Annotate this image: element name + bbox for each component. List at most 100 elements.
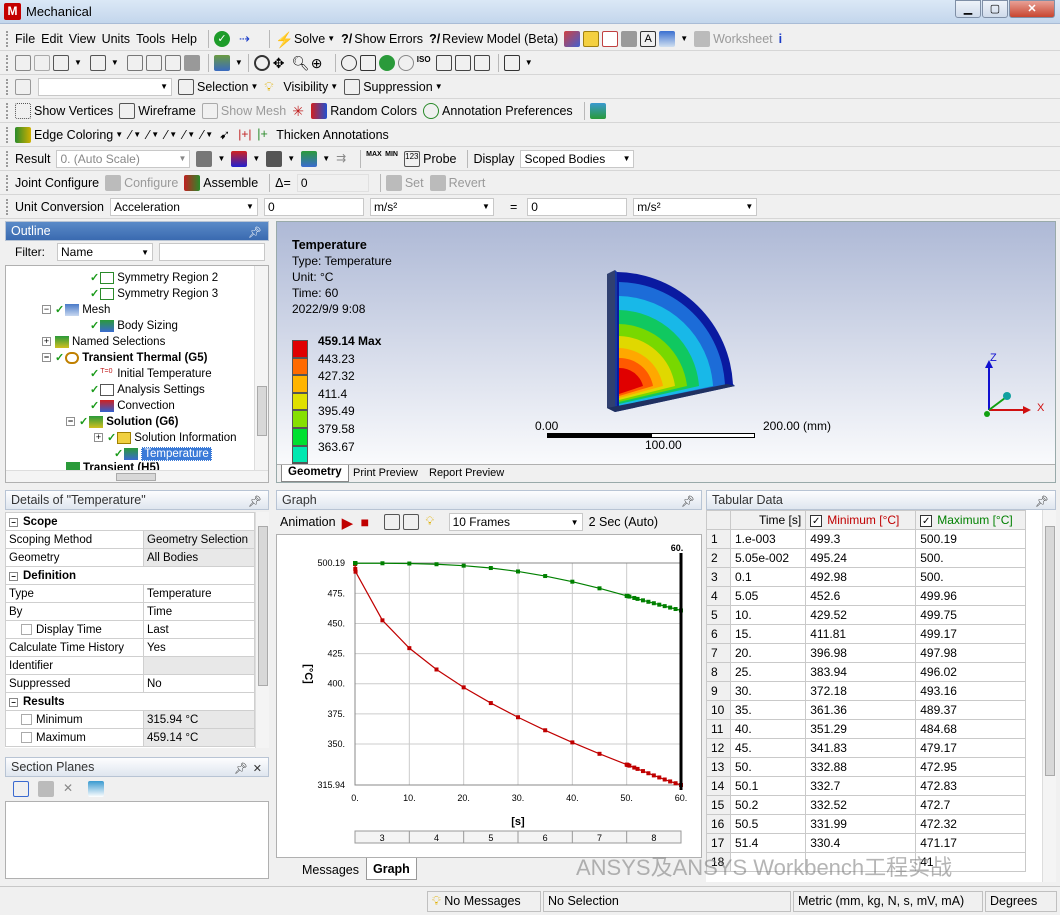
tree-node-symmetry-region-2[interactable]: ✓ Symmetry Region 2: [90, 270, 218, 285]
text-a-icon[interactable]: A: [640, 30, 657, 47]
tree-node-named-selections[interactable]: + Named Selections: [42, 334, 165, 349]
pointer-xyz-icon[interactable]: [34, 54, 50, 71]
tree-node-body-sizing[interactable]: ✓ Body Sizing: [90, 318, 178, 333]
pointer-icon[interactable]: [15, 54, 31, 71]
viewport-icon[interactable]: [659, 30, 676, 47]
tree-node-solution[interactable]: − ✓ Solution (G6): [66, 414, 178, 429]
table-row[interactable]: 10 35. 361.36 489.37: [706, 700, 1027, 720]
iso-icon[interactable]: ISO: [417, 55, 433, 71]
tree-node-mesh[interactable]: − ✓ Mesh: [42, 302, 110, 317]
table-row[interactable]: 7 20. 396.98 497.98: [706, 643, 1027, 663]
show-errors-button[interactable]: ?/Show Errors: [341, 29, 423, 49]
edge-select-icon[interactable]: [145, 54, 162, 71]
new-section-icon[interactable]: [13, 781, 29, 797]
unit-combo-1[interactable]: m/s² ▼: [369, 197, 494, 216]
pan-icon[interactable]: ✥: [273, 55, 289, 71]
filter-input[interactable]: [159, 243, 265, 261]
table-row[interactable]: 16 50.5 331.99 472.32: [706, 814, 1027, 834]
display-combo[interactable]: Scoped Bodies ▼: [520, 149, 635, 168]
pin-arrow-icon[interactable]: ➹: [219, 127, 235, 143]
lightbulb-icon[interactable]: 💡︎: [426, 514, 442, 530]
show-vertices-button[interactable]: Show Vertices: [15, 101, 113, 121]
geometry-cube-icon[interactable]: [196, 150, 213, 167]
details-checkbox[interactable]: [21, 713, 32, 725]
menu-units[interactable]: Units: [102, 29, 130, 49]
extend-icon[interactable]: [213, 54, 230, 71]
table-row[interactable]: 15 50.2 332.52 472.7: [706, 795, 1027, 815]
axis-arrows-icon[interactable]: ✳: [292, 103, 308, 119]
box-zoom-icon[interactable]: [359, 54, 376, 71]
tree-node-transient-thermal[interactable]: − ✓ Transient Thermal (G5): [42, 350, 207, 365]
thicken-annotations-button[interactable]: |+ Thicken Annotations: [257, 125, 389, 145]
tab-print-preview[interactable]: Print Preview: [349, 466, 422, 480]
table-row[interactable]: 8 25. 383.94 496.02: [706, 662, 1027, 682]
tab-messages[interactable]: Messages: [302, 863, 359, 877]
messages-status[interactable]: 💡︎ No Messages: [427, 891, 541, 912]
angle-status[interactable]: Degrees: [985, 891, 1057, 912]
worksheet-button[interactable]: Worksheet: [694, 29, 773, 49]
frames-combo[interactable]: 10 Frames ▼: [448, 513, 583, 531]
outline-scroll-thumb[interactable]: [257, 386, 267, 436]
series-checkbox[interactable]: ✓: [810, 515, 823, 527]
named-selection-combo[interactable]: ▼: [38, 77, 172, 96]
set-button[interactable]: Set: [385, 173, 424, 193]
outline-hscrollbar[interactable]: [6, 470, 268, 482]
show-caps-icon[interactable]: [88, 781, 104, 797]
solve-button[interactable]: ⚡ Solve ▼: [275, 29, 335, 49]
screenshot-icon[interactable]: [454, 54, 471, 71]
zoom-box-icon[interactable]: ⊕: [311, 55, 327, 71]
tab-geometry[interactable]: Geometry: [281, 465, 349, 482]
details-group-row[interactable]: − Scope: [5, 512, 255, 531]
configure-button[interactable]: Configure: [105, 173, 178, 193]
tree-node-symmetry-region-3[interactable]: ✓ Symmetry Region 3: [90, 286, 218, 301]
table-row[interactable]: 1 1.e-003 499.3 500.19: [706, 529, 1027, 549]
table-row[interactable]: 4 5.05 452.6 499.96: [706, 586, 1027, 606]
table-row[interactable]: 3 0.1 492.98 500.: [706, 567, 1027, 587]
table-row[interactable]: 5 10. 429.52 499.75: [706, 605, 1027, 625]
frames-fit-icon[interactable]: [402, 514, 419, 530]
info-cursor-icon[interactable]: i: [779, 29, 782, 49]
scale-combo[interactable]: 0. (Auto Scale) ▼: [56, 149, 191, 168]
value-input-1[interactable]: 0: [263, 197, 364, 216]
abc-icon[interactable]: [583, 30, 600, 47]
table-row[interactable]: 12 45. 341.83 479.17: [706, 738, 1027, 758]
probe-button[interactable]: 123 Probe: [404, 149, 456, 169]
random-colors-button[interactable]: Random Colors: [311, 101, 417, 121]
edit-section-icon[interactable]: [38, 781, 54, 797]
table-row[interactable]: 11 40. 351.29 484.68: [706, 719, 1027, 739]
suppression-button[interactable]: Suppression ▼: [344, 77, 443, 97]
rotate-icon[interactable]: [253, 54, 270, 71]
check-icon[interactable]: ✓: [213, 29, 233, 49]
body-select-icon[interactable]: [183, 54, 200, 71]
details-value[interactable]: Time: [143, 602, 255, 621]
outline-vscrollbar[interactable]: [254, 266, 268, 471]
tabular-header-cell[interactable]: Time [s]: [729, 510, 807, 530]
tab-report-preview[interactable]: Report Preview: [425, 466, 508, 480]
magnifier-green-icon[interactable]: [378, 54, 395, 71]
selection-button[interactable]: Selection ▼: [178, 77, 258, 97]
min-label-icon[interactable]: MIN: [385, 151, 401, 167]
select-box-icon[interactable]: [53, 54, 69, 71]
frames-icon[interactable]: [383, 514, 400, 530]
play-icon[interactable]: ▶: [342, 514, 358, 532]
tabular-header-cell[interactable]: ✓ Minimum [°C]: [805, 510, 917, 530]
graphics-viewport[interactable]: Temperature Type: Temperature Unit: °C T…: [276, 221, 1056, 483]
edge-style-3-button[interactable]: ⁄ ▼: [165, 125, 177, 145]
display-cube-icon[interactable]: [301, 150, 318, 167]
details-checkbox[interactable]: [21, 623, 32, 635]
magnifier-icon[interactable]: [397, 54, 414, 71]
details-scroll-thumb[interactable]: [258, 526, 268, 686]
edge-style-1-button[interactable]: ⁄ ▼: [129, 125, 141, 145]
outline-hscroll-thumb[interactable]: [116, 473, 156, 481]
details-value[interactable]: Temperature: [143, 584, 255, 603]
table-row[interactable]: 6 15. 411.81 499.17: [706, 624, 1027, 644]
tree-arrow-icon[interactable]: ⇢: [239, 29, 258, 49]
show-mesh-button[interactable]: Show Mesh: [201, 101, 286, 121]
pin-icon[interactable]: 📌︎: [1035, 493, 1049, 511]
pin-icon[interactable]: 📌︎: [248, 493, 262, 511]
pin-icon[interactable]: 📌︎: [681, 493, 695, 511]
menu-view[interactable]: View: [69, 29, 96, 49]
details-checkbox[interactable]: [21, 731, 32, 743]
value-input-2[interactable]: 0: [527, 197, 628, 216]
menu-file[interactable]: File: [15, 29, 35, 49]
